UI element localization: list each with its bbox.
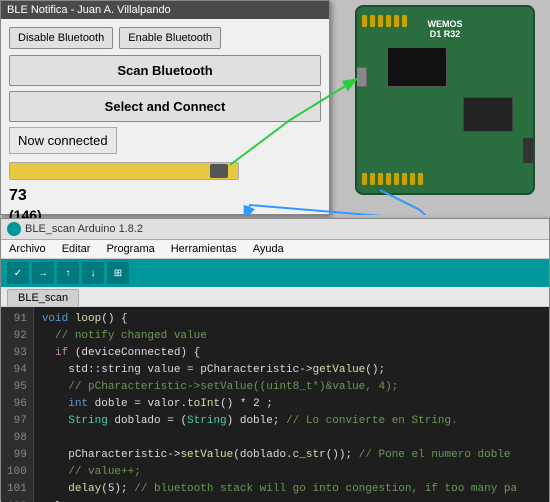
- board-pin-row-top: [362, 15, 407, 27]
- toolbar-verify-button[interactable]: ✓: [7, 262, 29, 284]
- arduino-toolbar: ✓ → ↑ ↓ ⊞: [1, 259, 549, 287]
- menu-editar[interactable]: Editar: [60, 242, 93, 256]
- bluetooth-toggle-row: Disable Bluetooth Enable Bluetooth: [9, 27, 321, 49]
- arduino-title-icon: [7, 222, 21, 236]
- menu-programa[interactable]: Programa: [104, 242, 156, 256]
- ble-app-window: BLE Notifica - Juan A. Villalpando Disab…: [0, 0, 330, 215]
- disable-bluetooth-button[interactable]: Disable Bluetooth: [9, 27, 113, 49]
- toolbar-upload-button[interactable]: →: [32, 262, 54, 284]
- value-slider-track[interactable]: [9, 162, 239, 180]
- arduino-board: WEMOSD1 R32: [355, 5, 535, 195]
- arduino-title-text: BLE_scan Arduino 1.8.2: [25, 223, 143, 235]
- menu-archivo[interactable]: Archivo: [7, 242, 48, 256]
- arduino-board-image: WEMOSD1 R32: [355, 5, 545, 205]
- slider-thumb[interactable]: [210, 164, 228, 178]
- slider-container: [9, 162, 321, 180]
- tab-ble-scan[interactable]: BLE_scan: [7, 289, 79, 306]
- connection-status: Now connected: [9, 127, 117, 154]
- arduino-menu-bar: Archivo Editar Programa Herramientas Ayu…: [1, 240, 549, 259]
- select-connect-button[interactable]: Select and Connect: [9, 91, 321, 122]
- line-numbers: 919293949596979899100101102103104: [1, 307, 34, 502]
- code-editor[interactable]: 919293949596979899100101102103104 void l…: [1, 307, 549, 502]
- board-usb-port: [355, 67, 367, 87]
- ble-title-bar: BLE Notifica - Juan A. Villalpando: [1, 1, 329, 19]
- ble-content: Disable Bluetooth Enable Bluetooth Scan …: [1, 19, 329, 231]
- board-main-chip: [387, 47, 447, 87]
- arduino-tab-bar: BLE_scan: [1, 287, 549, 307]
- arduino-ide-window: BLE_scan Arduino 1.8.2 Archivo Editar Pr…: [0, 218, 550, 500]
- toolbar-save-button[interactable]: ⊞: [107, 262, 129, 284]
- toolbar-open-button[interactable]: ↓: [82, 262, 104, 284]
- arduino-title-bar: BLE_scan Arduino 1.8.2: [1, 219, 549, 240]
- toolbar-new-button[interactable]: ↑: [57, 262, 79, 284]
- board-power-connector: [523, 138, 535, 163]
- ble-title-text: BLE Notifica - Juan A. Villalpando: [7, 4, 171, 16]
- code-content: void loop() { // notify changed value if…: [34, 307, 549, 502]
- board-secondary-chip: [463, 97, 513, 132]
- menu-herramientas[interactable]: Herramientas: [169, 242, 239, 256]
- main-value: 73: [9, 186, 321, 207]
- scan-bluetooth-button[interactable]: Scan Bluetooth: [9, 55, 321, 86]
- board-label: WEMOSD1 R32: [428, 19, 463, 39]
- enable-bluetooth-button[interactable]: Enable Bluetooth: [119, 27, 221, 49]
- menu-ayuda[interactable]: Ayuda: [251, 242, 286, 256]
- board-pin-row-bottom: [362, 173, 423, 185]
